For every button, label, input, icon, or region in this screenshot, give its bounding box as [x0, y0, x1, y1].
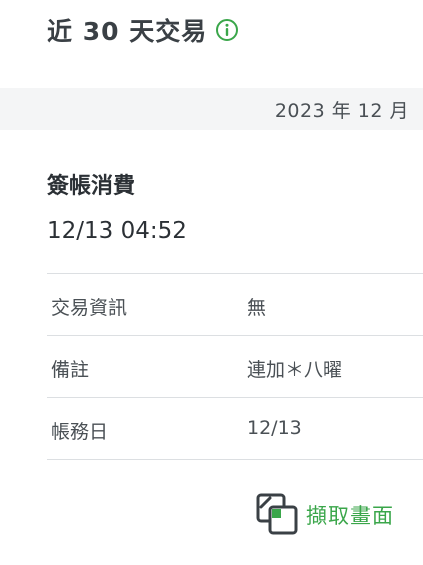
info-circle-icon[interactable]: [215, 18, 239, 42]
transaction-datetime: 12/13 04:52: [47, 218, 187, 244]
detail-label: 帳務日: [51, 421, 109, 443]
screenshot-icon: [256, 493, 300, 537]
detail-value: 無: [247, 297, 267, 319]
capture-screen-button[interactable]: 擷取畫面: [256, 493, 394, 537]
transaction-type: 簽帳消費: [47, 174, 136, 199]
detail-row-note: 備註 連加＊八曜: [47, 336, 423, 398]
page-header: 近 30 天交易: [47, 12, 239, 48]
capture-button-label: 擷取畫面: [306, 504, 394, 528]
month-section-header: 2023 年 12 月: [0, 88, 423, 130]
detail-value: 12/13: [247, 417, 302, 439]
detail-label: 備註: [51, 359, 90, 381]
month-label: 2023 年 12 月: [274, 100, 409, 122]
page-title: 近 30 天交易: [47, 17, 208, 46]
detail-row-billing-date: 帳務日 12/13: [47, 398, 423, 460]
detail-label: 交易資訊: [51, 297, 128, 319]
detail-row-transaction-info: 交易資訊 無: [47, 274, 423, 336]
detail-value: 連加＊八曜: [247, 359, 343, 381]
transaction-details: 交易資訊 無 備註 連加＊八曜 帳務日 12/13: [47, 273, 423, 460]
